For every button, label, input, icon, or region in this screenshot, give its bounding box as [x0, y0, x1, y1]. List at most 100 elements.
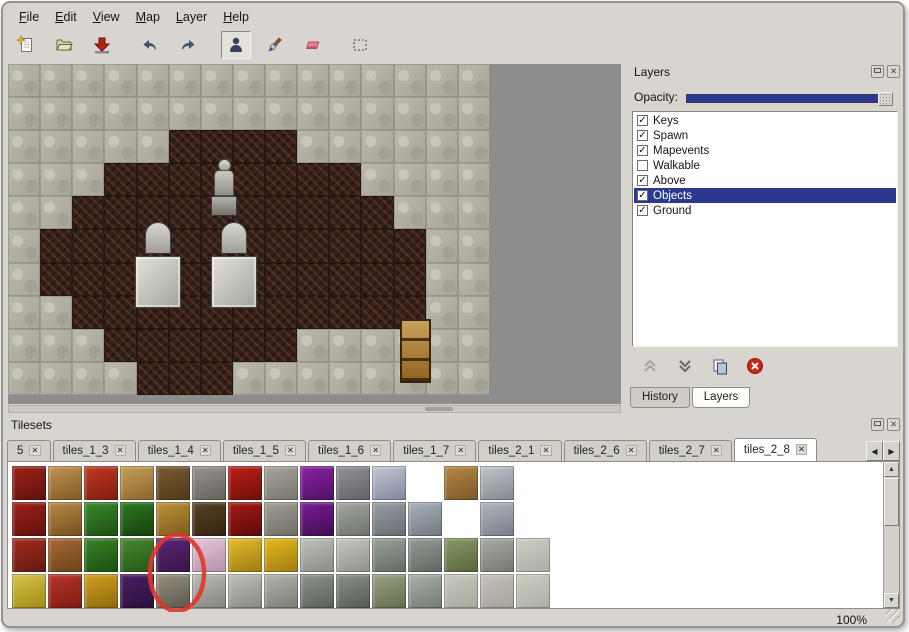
undo-button[interactable]: [135, 31, 165, 59]
map-tile-stone[interactable]: [426, 229, 458, 262]
map-tile-stone[interactable]: [394, 196, 426, 229]
map-tile-stone[interactable]: [426, 130, 458, 163]
map-tile-stone[interactable]: [394, 97, 426, 130]
tile-shelf-empty[interactable]: [408, 466, 442, 500]
opacity-slider-handle[interactable]: [878, 92, 893, 106]
tile-floor-tile-4[interactable]: [516, 574, 550, 608]
layer-row-objects[interactable]: ✓Objects: [634, 188, 896, 203]
map-tile-floor[interactable]: [137, 362, 169, 395]
tile-statue-pedestal[interactable]: [264, 574, 298, 608]
tile-gold-horn[interactable]: [84, 574, 118, 608]
map-tile-stone[interactable]: [8, 196, 40, 229]
map-tile-floor[interactable]: [297, 296, 329, 329]
map-tile-floor[interactable]: [137, 163, 169, 196]
tileset-tab-tiles_1_4[interactable]: tiles_1_4✕: [138, 440, 221, 461]
tile-angel-statue[interactable]: [336, 538, 370, 572]
map-tile-floor[interactable]: [265, 296, 297, 329]
map-tile-stone[interactable]: [233, 362, 265, 395]
tile-urn[interactable]: [372, 574, 406, 608]
tile-red-throne-top[interactable]: [228, 466, 262, 500]
tile-monk-statue-base[interactable]: [192, 574, 226, 608]
map-tile-stone[interactable]: [458, 64, 490, 97]
map-tile-floor[interactable]: [104, 296, 136, 329]
tile-armor-bust[interactable]: [480, 466, 514, 500]
cabinet-object[interactable]: [400, 319, 431, 383]
layer-visibility-checkbox[interactable]: ✓: [637, 175, 648, 186]
tomb-right-object[interactable]: [209, 222, 259, 314]
map-tile-floor[interactable]: [297, 229, 329, 262]
map-tile-floor[interactable]: [361, 296, 393, 329]
map-tile-floor[interactable]: [265, 163, 297, 196]
map-tile-stone[interactable]: [394, 64, 426, 97]
map-tile-floor[interactable]: [361, 196, 393, 229]
map-canvas[interactable]: [8, 64, 621, 404]
tile-bush-plant[interactable]: [84, 538, 118, 572]
map-tile-stone[interactable]: [40, 196, 72, 229]
map-tile-floor[interactable]: [104, 329, 136, 362]
map-tile-floor[interactable]: [40, 263, 72, 296]
layer-row-ground[interactable]: ✓Ground: [634, 203, 896, 218]
scroll-down-button[interactable]: ▼: [884, 593, 899, 608]
map-tile-floor[interactable]: [394, 229, 426, 262]
map-tile-stone[interactable]: [329, 97, 361, 130]
map-tile-floor[interactable]: [329, 196, 361, 229]
tileset-tab-tiles_2_7[interactable]: tiles_2_7✕: [649, 440, 732, 461]
map-tile-stone[interactable]: [72, 130, 104, 163]
map-tile-floor[interactable]: [72, 229, 104, 262]
map-tile-stone[interactable]: [458, 362, 490, 395]
map-tile-stone[interactable]: [8, 329, 40, 362]
map-tile-stone[interactable]: [72, 64, 104, 97]
tab-close-icon[interactable]: ✕: [200, 445, 211, 456]
map-tile-floor[interactable]: [137, 329, 169, 362]
map-tile-stone[interactable]: [458, 329, 490, 362]
map-tile-floor[interactable]: [169, 130, 201, 163]
tile-stone-crate[interactable]: [372, 502, 406, 536]
tab-close-icon[interactable]: ✕: [29, 445, 40, 456]
map-tile-stone[interactable]: [361, 163, 393, 196]
tile-banner-red-2[interactable]: [12, 502, 46, 536]
tile-purple-door-top[interactable]: [156, 538, 190, 572]
map-tile-stone[interactable]: [40, 296, 72, 329]
map-tile-stone[interactable]: [458, 263, 490, 296]
map-tile-stone[interactable]: [201, 64, 233, 97]
move-layer-down-button[interactable]: [675, 357, 695, 375]
brush-tool-button[interactable]: [259, 31, 289, 59]
map-tile-stone[interactable]: [426, 263, 458, 296]
map-tile-stone[interactable]: [329, 64, 361, 97]
layer-row-keys[interactable]: ✓Keys: [634, 113, 896, 128]
map-tile-stone[interactable]: [458, 229, 490, 262]
map-tile-stone[interactable]: [265, 64, 297, 97]
map-tile-stone[interactable]: [8, 263, 40, 296]
tile-purple-throne-top[interactable]: [300, 466, 334, 500]
tab-close-icon[interactable]: ✕: [796, 444, 807, 455]
tile-banner-red[interactable]: [12, 466, 46, 500]
map-tile-stone[interactable]: [458, 130, 490, 163]
map-tile-stone[interactable]: [8, 163, 40, 196]
delete-layer-button[interactable]: [745, 357, 765, 375]
map-tile-floor[interactable]: [297, 263, 329, 296]
tile-floor-tile[interactable]: [516, 538, 550, 572]
tileset-tab-tiles_1_5[interactable]: tiles_1_5✕: [223, 440, 306, 461]
tileset-tab-tiles_1_3[interactable]: tiles_1_3✕: [53, 440, 136, 461]
layer-row-walkable[interactable]: Walkable: [634, 158, 896, 173]
tile-red-cushion[interactable]: [84, 466, 118, 500]
map-tile-stone[interactable]: [458, 296, 490, 329]
map-tile-stone[interactable]: [8, 296, 40, 329]
tile-shelf-empty-2[interactable]: [516, 466, 550, 500]
tab-history[interactable]: History: [630, 387, 690, 408]
tile-dark-wardrobe[interactable]: [156, 466, 190, 500]
tileset-tab-tiles_2_8[interactable]: tiles_2_8✕: [734, 438, 817, 461]
map-tile-stone[interactable]: [72, 329, 104, 362]
select-tool-button[interactable]: [345, 31, 375, 59]
map-tile-stone[interactable]: [40, 329, 72, 362]
map-tile-stone[interactable]: [169, 64, 201, 97]
map-tile-stone[interactable]: [426, 163, 458, 196]
map-tile-stone[interactable]: [233, 97, 265, 130]
map-tile-floor[interactable]: [265, 229, 297, 262]
map-tile-stone[interactable]: [297, 362, 329, 395]
map-tile-stone[interactable]: [361, 64, 393, 97]
tile-painting[interactable]: [372, 466, 406, 500]
map-tile-floor[interactable]: [361, 263, 393, 296]
map-tile-floor[interactable]: [169, 163, 201, 196]
map-tile-floor[interactable]: [265, 130, 297, 163]
